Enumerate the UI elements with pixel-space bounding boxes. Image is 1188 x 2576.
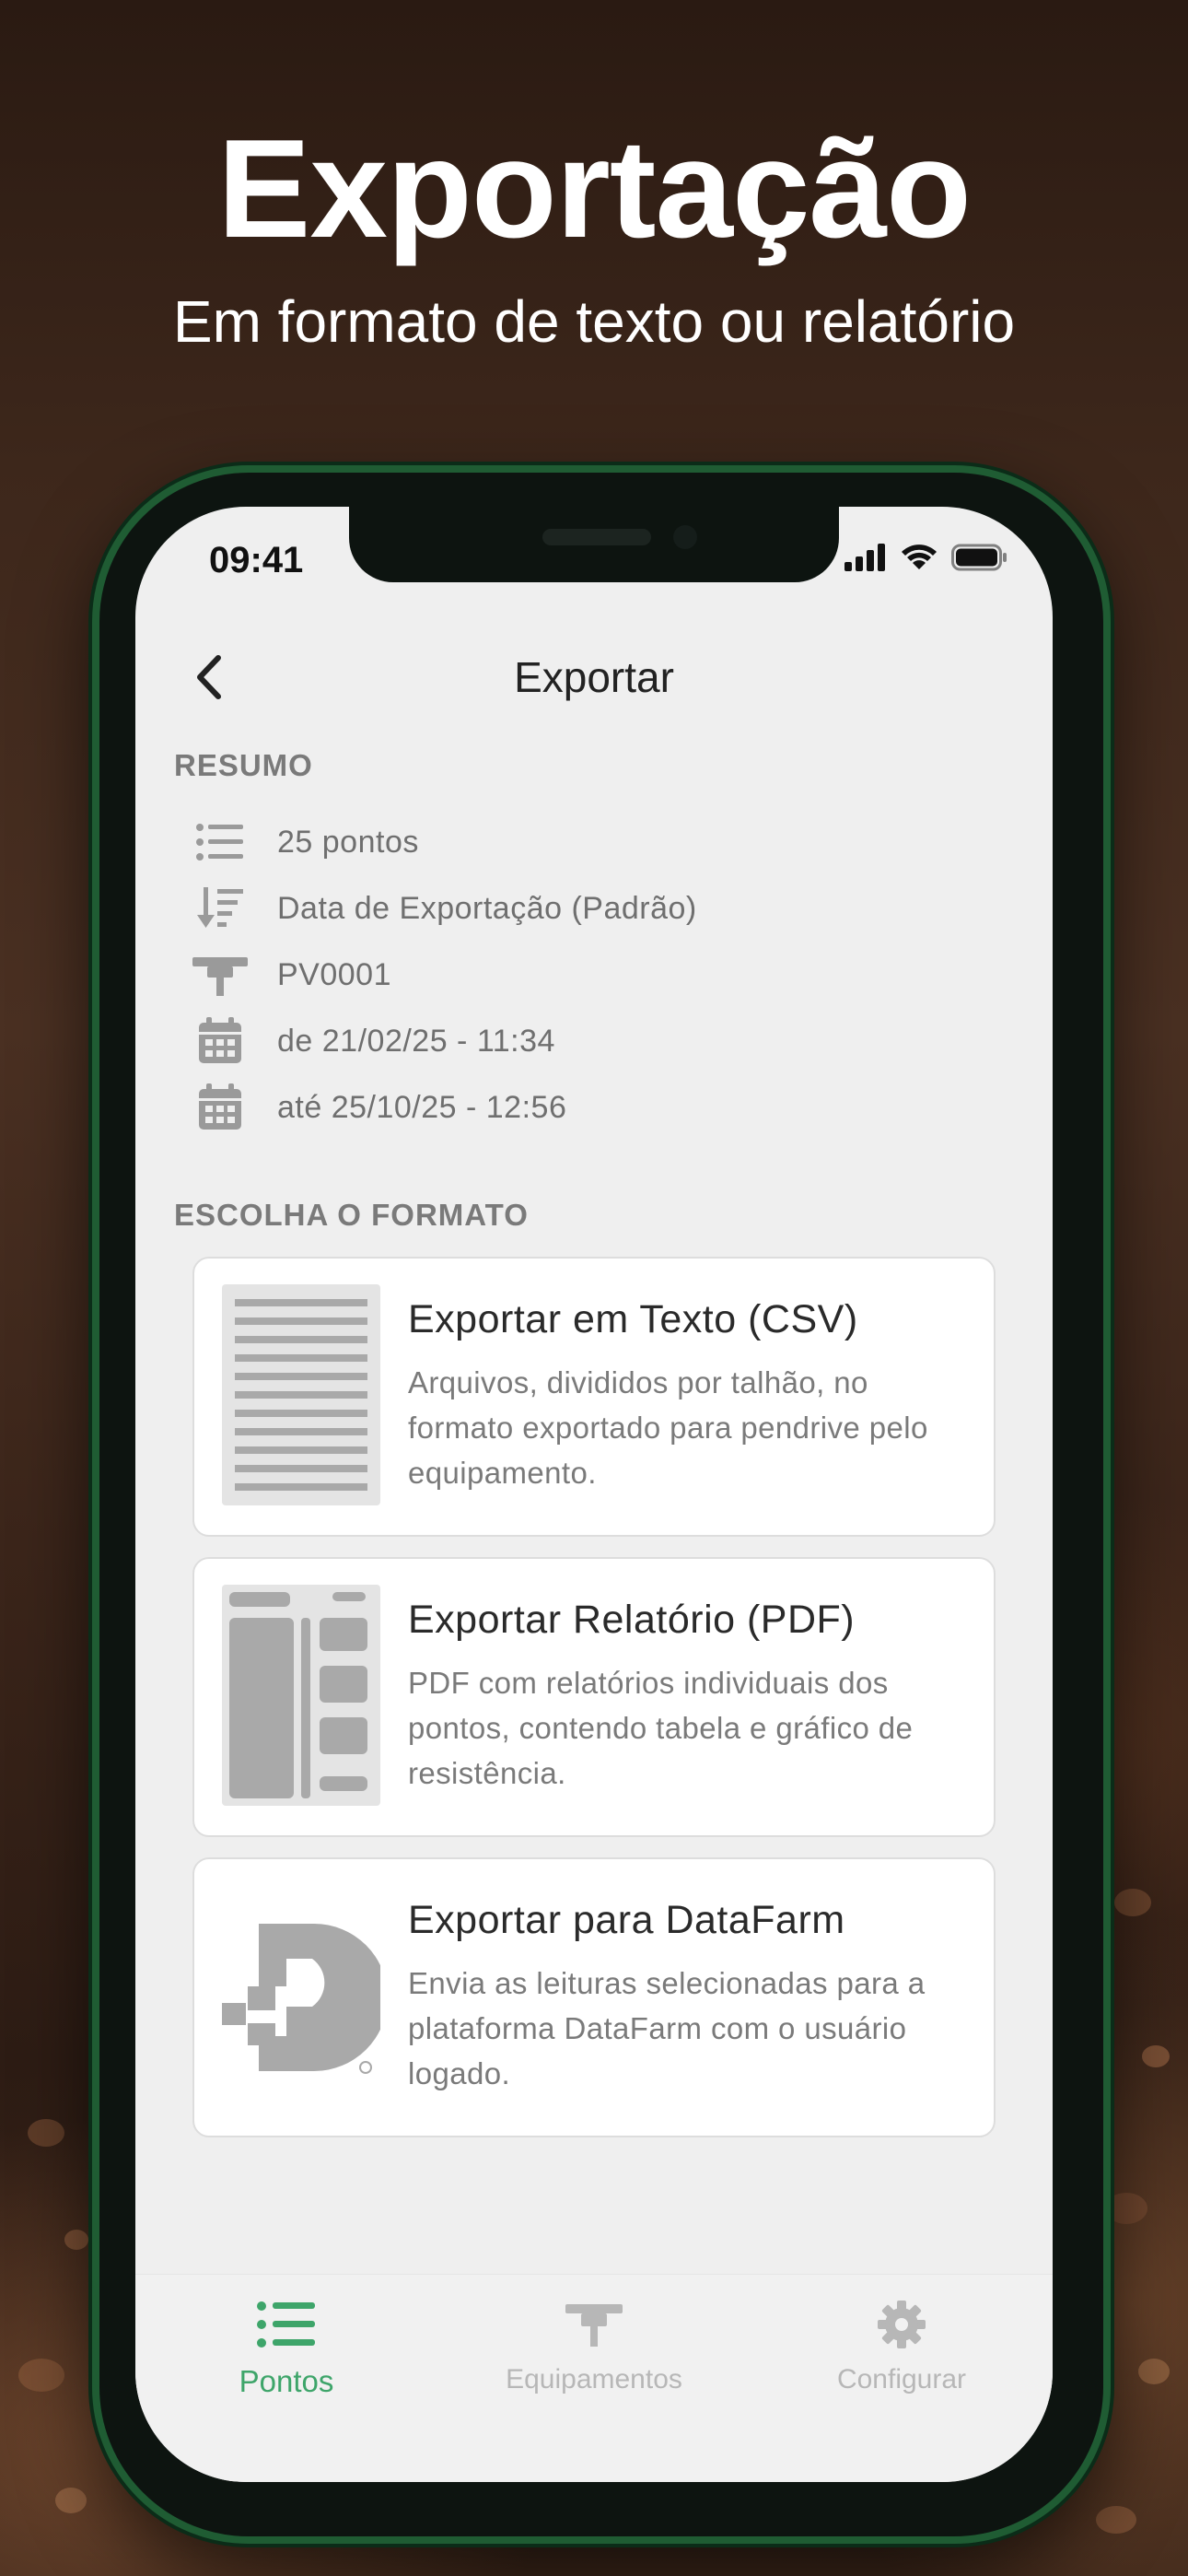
summary-text: até 25/10/25 - 12:56 [277, 1089, 567, 1125]
status-time: 09:41 [209, 540, 304, 580]
summary-item-points: 25 pontos [191, 814, 419, 870]
summary-text: 25 pontos [277, 824, 419, 860]
probe-icon [191, 947, 250, 1002]
tab-configurar[interactable]: Configurar [763, 2299, 1040, 2395]
battery-icon [951, 544, 1007, 571]
tab-label: Equipamentos [506, 2364, 682, 2395]
sort-icon [191, 881, 250, 936]
hero-subtitle: Em formato de texto ou relatório [172, 288, 1016, 355]
status-icons [844, 544, 1008, 571]
calendar-icon [191, 1013, 250, 1069]
tab-bar: Pontos Equipamentos Configurar [135, 2274, 1053, 2482]
export-pdf-card[interactable]: Exportar Relatório (PDF) PDF com relatór… [192, 1557, 996, 1837]
summary-text: PV0001 [277, 956, 391, 992]
front-camera [673, 525, 697, 549]
tab-label: Pontos [239, 2364, 334, 2398]
format-label: ESCOLHA O FORMATO [174, 1198, 529, 1232]
tab-pontos[interactable]: Pontos [148, 2299, 425, 2399]
summary-item-start-date: de 21/02/25 - 11:34 [191, 1013, 555, 1069]
summary-item-equipment: PV0001 [191, 947, 391, 1002]
datafarm-logo-icon [222, 1885, 388, 2106]
summary-text: Data de Exportação (Padrão) [277, 890, 697, 926]
speaker [542, 529, 651, 545]
card-description: PDF com relatórios individuais dos ponto… [408, 1666, 914, 1790]
phone-screen: 09:41 Exportar RESUMO 25 pontos Data de … [135, 507, 1053, 2482]
hero-title: Exportação [217, 111, 972, 267]
notch [349, 507, 839, 582]
page-title: Exportar [514, 653, 674, 701]
summary-item-sort: Data de Exportação (Padrão) [191, 881, 697, 936]
tab-equipamentos[interactable]: Equipamentos [456, 2299, 732, 2395]
summary-label: RESUMO [174, 748, 313, 782]
summary-item-end-date: até 25/10/25 - 12:56 [191, 1080, 566, 1135]
card-description: Arquivos, divididos por talhão, no forma… [408, 1365, 928, 1490]
card-title: Exportar em Texto (CSV) [408, 1297, 858, 1341]
card-title: Exportar Relatório (PDF) [408, 1598, 856, 1642]
csv-document-icon [222, 1284, 380, 1505]
cellular-signal-icon [844, 544, 885, 571]
tab-label: Configurar [836, 2364, 967, 2395]
card-description: Envia as leituras selecionadas para a pl… [408, 1966, 926, 2090]
calendar-icon [191, 1080, 250, 1135]
card-title: Exportar para DataFarm [408, 1898, 845, 1942]
list-icon [257, 2301, 315, 2348]
probe-icon [565, 2304, 623, 2347]
wifi-icon [902, 544, 937, 569]
gear-icon [878, 2301, 926, 2348]
list-icon [191, 814, 250, 870]
pdf-report-icon [222, 1585, 380, 1806]
summary-text: de 21/02/25 - 11:34 [277, 1023, 555, 1059]
export-datafarm-card[interactable]: Exportar para DataFarm Envia as leituras… [192, 1857, 996, 2137]
export-csv-card[interactable]: Exportar em Texto (CSV) Arquivos, dividi… [192, 1257, 996, 1537]
